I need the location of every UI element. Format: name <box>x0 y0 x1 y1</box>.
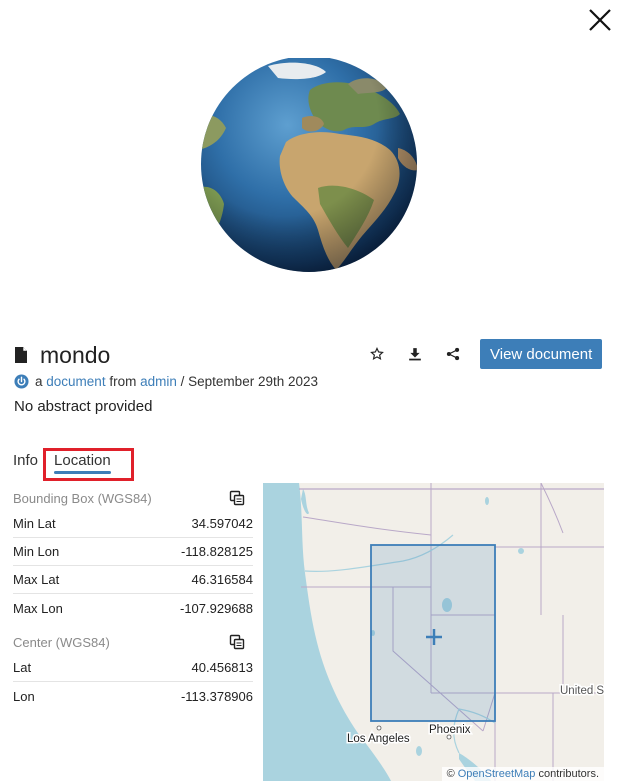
meta-prefix: a <box>35 374 43 389</box>
center-label: Lon <box>13 688 35 704</box>
attribution-suffix: contributors. <box>538 768 599 780</box>
star-icon[interactable] <box>368 345 386 363</box>
power-icon <box>14 374 29 389</box>
map-label-phoenix: Phoenix <box>429 724 471 736</box>
extent-panel: Bounding Box (WGS84) Min Lat 34.597042 M… <box>13 486 253 710</box>
center-row-lat: Lat 40.456813 <box>13 654 253 682</box>
document-actions: View document <box>368 339 603 369</box>
bbox-row-min-lon: Min Lon -118.828125 <box>13 538 253 566</box>
openstreetmap-link[interactable]: OpenStreetMap <box>458 768 536 780</box>
attribution-prefix: © <box>446 768 455 780</box>
bbox-label: Min Lon <box>13 544 60 559</box>
bbox-row-max-lon: Max Lon -107.929688 <box>13 594 253 622</box>
copy-icon[interactable] <box>229 634 245 650</box>
document-meta: a document from admin / September 29th 2… <box>14 374 318 389</box>
close-icon[interactable] <box>586 6 614 34</box>
document-icon <box>15 347 27 363</box>
bbox-value: 46.316584 <box>191 572 253 587</box>
bbox-value: -118.828125 <box>180 544 253 559</box>
location-tab-highlight <box>43 448 134 481</box>
resource-type-link[interactable]: document <box>46 374 105 389</box>
meta-date: / September 29th 2023 <box>180 374 319 389</box>
center-value: 40.456813 <box>191 660 253 675</box>
bbox-label: Max Lon <box>13 600 63 616</box>
map-attribution: © OpenStreetMap contributors. <box>441 767 604 781</box>
center-header: Center (WGS84) <box>13 630 253 654</box>
abstract: No abstract provided <box>14 398 153 415</box>
document-thumbnail <box>201 58 417 272</box>
center-value: -113.378906 <box>180 688 253 704</box>
bbox-label: Min Lat <box>13 516 56 531</box>
meta-from: from <box>109 374 137 389</box>
view-document-button[interactable]: View document <box>480 339 603 369</box>
map-label-united-states: United S <box>560 685 604 697</box>
bbox-row-min-lat: Min Lat 34.597042 <box>13 510 253 538</box>
tab-info[interactable]: Info <box>13 452 38 469</box>
bbox-value: 34.597042 <box>191 516 253 531</box>
bbox-label: Max Lat <box>13 572 60 587</box>
owner-link[interactable]: admin <box>140 374 177 389</box>
bbox-header-label: Bounding Box (WGS84) <box>13 490 152 506</box>
bbox-row-max-lat: Max Lat 46.316584 <box>13 566 253 594</box>
copy-icon[interactable] <box>229 490 245 506</box>
center-header-label: Center (WGS84) <box>13 634 110 650</box>
center-label: Lat <box>13 660 32 675</box>
bbox-header: Bounding Box (WGS84) <box>13 486 253 510</box>
location-map[interactable]: Los Angeles Phoenix United S © OpenStree… <box>263 483 604 781</box>
share-icon[interactable] <box>444 345 462 363</box>
center-row-lon: Lon -113.378906 <box>13 682 253 710</box>
download-icon[interactable] <box>406 345 424 363</box>
bbox-value: -107.929688 <box>179 600 253 616</box>
page-title: mondo <box>40 341 111 368</box>
map-canvas[interactable]: Los Angeles Phoenix United S <box>263 483 604 781</box>
map-label-los-angeles: Los Angeles <box>347 733 410 745</box>
title-row: mondo <box>14 340 110 370</box>
